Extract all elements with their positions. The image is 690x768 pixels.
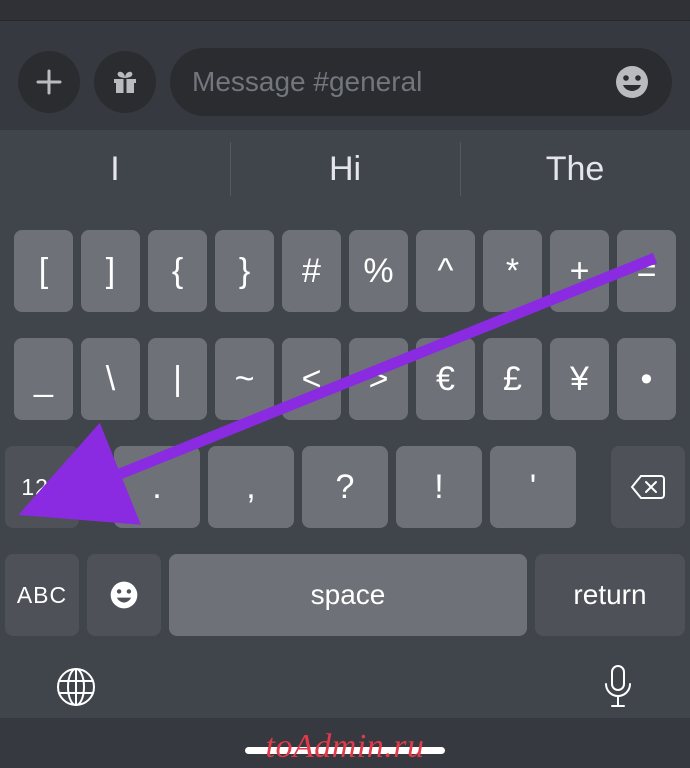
key-pound[interactable]: £ [483,338,542,420]
globe-button[interactable] [55,666,97,708]
key-emoji[interactable] [87,554,161,636]
key-exclaim[interactable]: ! [396,446,482,528]
key-row-2: _ \ | ~ < > € £ ¥ • [5,338,685,420]
key-bullet[interactable]: • [617,338,676,420]
suggestion-1[interactable]: I [0,130,230,208]
key-caret[interactable]: ^ [416,230,475,312]
watermark: toAdmin.ru [266,728,425,766]
key-lt[interactable]: < [282,338,341,420]
message-input-bar: Message #general [0,48,690,130]
keyboard: [ ] { } # % ^ * + = _ \ | ~ < > € £ ¥ • … [0,208,690,718]
emoji-keyboard-icon [108,579,140,611]
key-asterisk[interactable]: * [483,230,542,312]
key-tilde[interactable]: ~ [215,338,274,420]
key-brace-open[interactable]: { [148,230,207,312]
plus-icon [35,68,63,96]
mic-button[interactable] [601,664,635,710]
key-row-4: ABC space return [5,554,685,636]
gift-icon [110,67,140,97]
globe-icon [55,666,97,708]
key-apostrophe[interactable]: ' [490,446,576,528]
key-abc[interactable]: ABC [5,554,79,636]
key-gt[interactable]: > [349,338,408,420]
key-pipe[interactable]: | [148,338,207,420]
message-placeholder: Message #general [192,66,602,98]
emoji-button[interactable] [614,64,650,100]
key-question[interactable]: ? [302,446,388,528]
key-underscore[interactable]: _ [14,338,73,420]
smiley-icon [614,64,650,100]
app-gap [0,20,690,48]
backspace-icon [630,473,666,501]
suggestion-3[interactable]: The [460,130,690,208]
key-return[interactable]: return [535,554,685,636]
suggestion-2[interactable]: Hi [230,130,460,208]
key-hash[interactable]: # [282,230,341,312]
key-123[interactable]: 123 [5,446,79,528]
key-row-3: 123 . , ? ! ' [5,446,685,528]
key-backslash[interactable]: \ [81,338,140,420]
key-euro[interactable]: € [416,338,475,420]
mic-icon [601,664,635,710]
key-percent[interactable]: % [349,230,408,312]
key-period[interactable]: . [114,446,200,528]
key-plus[interactable]: + [550,230,609,312]
key-brace-close[interactable]: } [215,230,274,312]
keyboard-bottom-bar [5,646,685,710]
key-yen[interactable]: ¥ [550,338,609,420]
key-comma[interactable]: , [208,446,294,528]
add-button[interactable] [18,51,80,113]
message-input[interactable]: Message #general [170,48,672,116]
status-bar-area [0,0,690,20]
key-bracket-open[interactable]: [ [14,230,73,312]
gift-button[interactable] [94,51,156,113]
key-row-1: [ ] { } # % ^ * + = [5,230,685,312]
suggestion-bar: I Hi The [0,130,690,208]
key-bracket-close[interactable]: ] [81,230,140,312]
key-backspace[interactable] [611,446,685,528]
key-space[interactable]: space [169,554,527,636]
key-equals[interactable]: = [617,230,676,312]
